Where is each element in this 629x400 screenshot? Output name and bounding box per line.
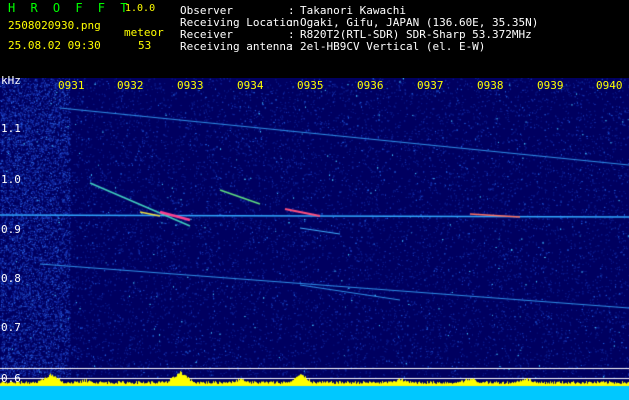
y-tick: 1.0 [1,173,21,186]
app-title: H R O F F T [8,1,132,15]
waterfall-spectrogram [0,78,629,400]
x-tick: 0933 [177,79,204,92]
y-tick: 0.7 [1,321,21,334]
y-axis-unit: kHz [1,74,21,87]
x-tick: 0936 [357,79,384,92]
antenna-label: Receiving antenna [180,40,293,53]
x-tick: 0938 [477,79,504,92]
app-version: 1.0.0 [125,3,156,14]
antenna-value: 2el-HB9CV Vertical (el. E-W) [300,40,486,53]
x-tick: 0934 [237,79,264,92]
x-tick: 0939 [537,79,564,92]
y-tick: 0.6 [1,372,21,385]
datetime: 25.08.02 09:30 [8,39,101,52]
header: H R O F F T 1.0.0 2508020930.png 25.08.0… [0,0,629,75]
y-tick: 0.9 [1,223,21,236]
antenna-colon: : [288,40,295,53]
x-tick: 0937 [417,79,444,92]
x-tick: 0932 [117,79,144,92]
x-tick: 0931 [58,79,85,92]
y-tick: 1.1 [1,122,21,135]
meteor-count: 53 [138,39,152,52]
x-tick: 0940 [596,79,623,92]
x-tick: 0935 [297,79,324,92]
y-tick: 0.8 [1,272,21,285]
file-name: 2508020930.png [8,19,101,32]
meteor-label: meteor [124,26,164,39]
